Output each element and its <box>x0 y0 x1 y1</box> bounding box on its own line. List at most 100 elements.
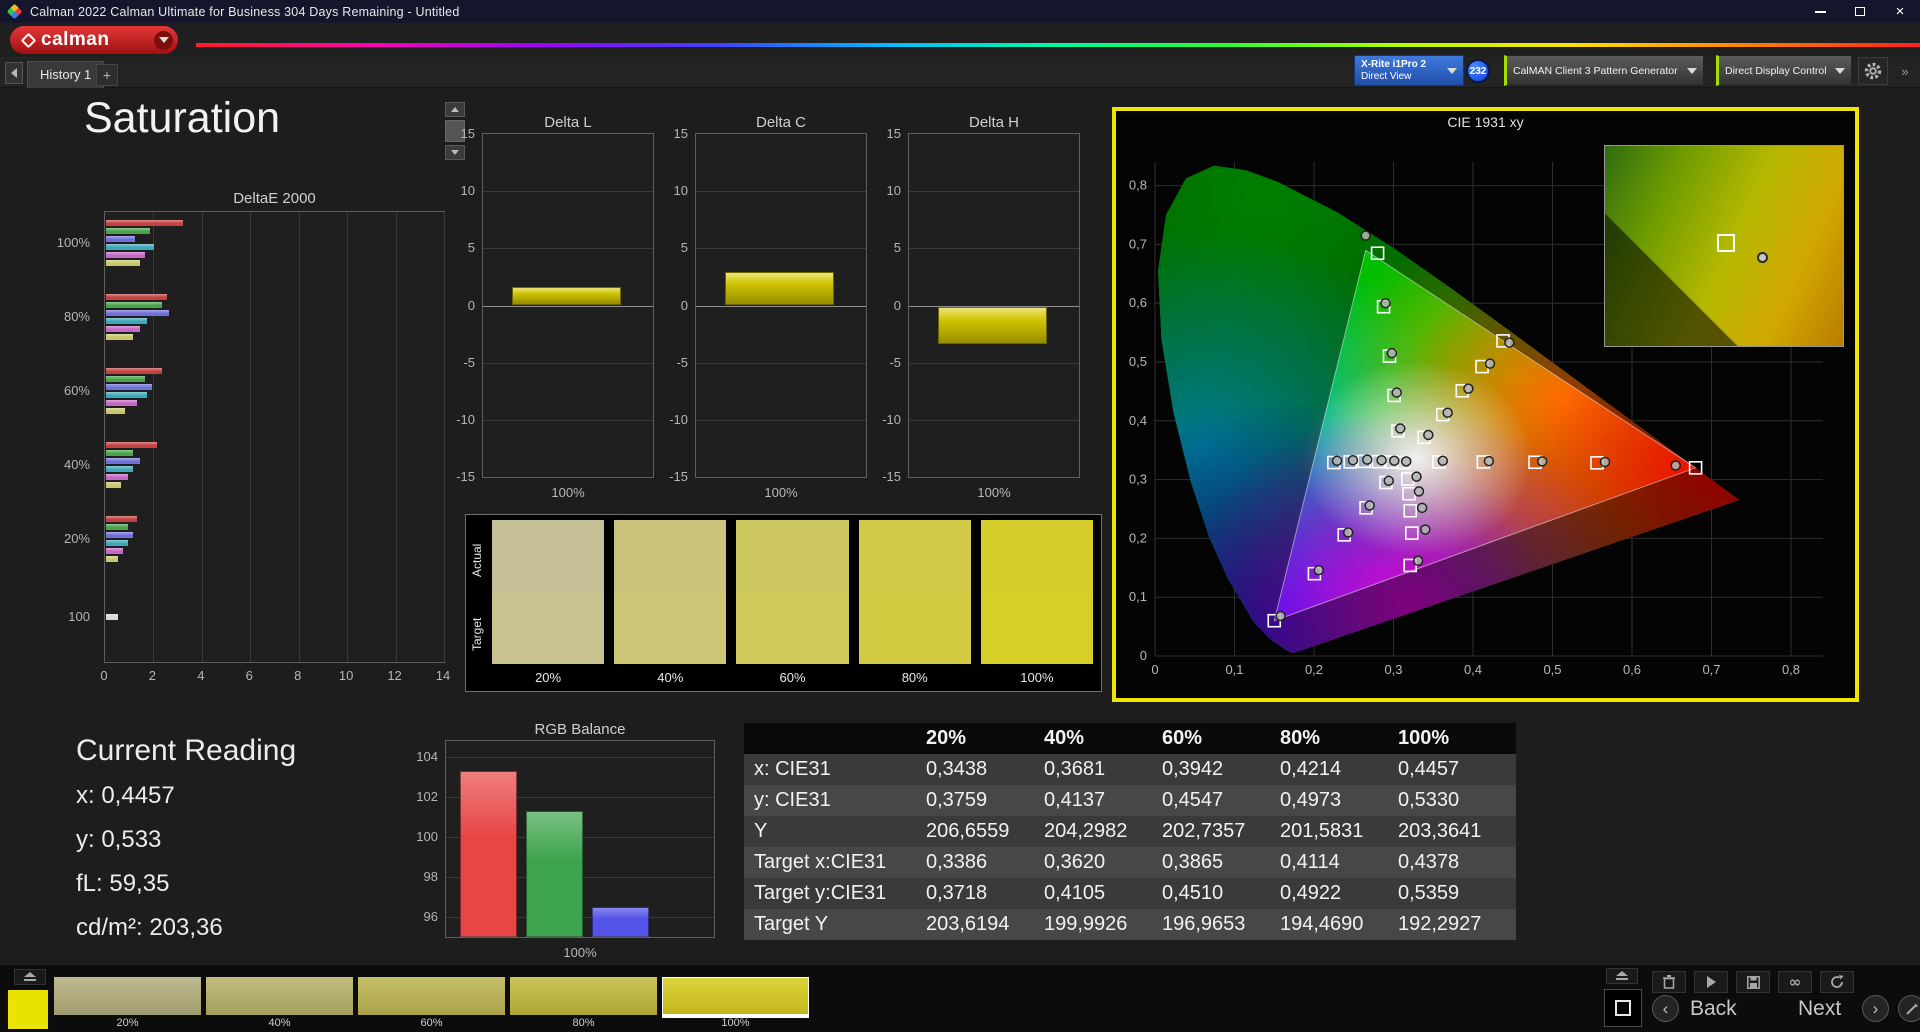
results-value-cell: 0,4105 <box>1044 882 1106 904</box>
results-value-cell: 0,3759 <box>926 789 988 811</box>
chevron-down-icon <box>1447 67 1457 74</box>
close-button[interactable]: × <box>1880 0 1920 23</box>
pattern-generator-dropdown[interactable]: CalMAN Client 3 Pattern Generator <box>1504 55 1704 86</box>
results-value-cell: 0,4137 <box>1044 789 1106 811</box>
deltae-bar <box>106 252 145 258</box>
delta-c-title: Delta C <box>755 114 807 131</box>
delta-gridline <box>909 248 1079 250</box>
minimize-button[interactable] <box>1800 0 1840 23</box>
results-value-cell: 0,5330 <box>1398 789 1460 811</box>
settings-gear-button[interactable] <box>1858 57 1888 85</box>
svg-text:0: 0 <box>1151 662 1158 677</box>
back-label[interactable]: Back <box>1690 997 1737 1021</box>
calman-logo-icon <box>20 32 37 48</box>
meter-dropdown[interactable]: X-Rite i1Pro 2 Direct View <box>1354 55 1464 86</box>
delta-y-tick: 15 <box>673 126 688 141</box>
patch-swatch-20%[interactable]: 20% <box>54 977 201 1029</box>
delta-y-tick: 5 <box>680 240 688 256</box>
results-row-label: y: CIE31 <box>754 789 831 811</box>
delta-y-tick: 10 <box>886 183 901 199</box>
next-label[interactable]: Next <box>1798 997 1841 1021</box>
add-tab-button[interactable]: + <box>96 64 118 86</box>
arrow-up-icon <box>451 107 459 112</box>
patch-swatch-60%[interactable]: 60% <box>358 977 505 1029</box>
refresh-button[interactable] <box>1820 971 1854 993</box>
deltae-y-label: 80% <box>63 309 90 324</box>
scroll-down-button[interactable] <box>445 145 465 160</box>
eject-left-button[interactable] <box>14 969 46 985</box>
results-value-cell: 0,3438 <box>926 758 988 780</box>
eject-right-button[interactable] <box>1606 968 1638 984</box>
patch-swatch-80%[interactable]: 80% <box>510 977 657 1029</box>
deltae-bar <box>106 228 150 234</box>
svg-text:0,4: 0,4 <box>1464 662 1482 677</box>
deltae-bar <box>106 334 133 340</box>
deltae-bar <box>106 524 128 530</box>
page-title: Saturation <box>84 94 281 142</box>
cie-chart-title: CIE 1931 xy <box>1447 114 1524 130</box>
results-table-row: x: CIE31 0,3438 0,3681 0,3942 0,4214 0,4457 <box>744 754 1516 785</box>
delta-c-xlabel: 100% <box>764 485 798 500</box>
arrow-down-icon <box>451 150 459 155</box>
app-icon <box>6 3 23 20</box>
results-table-row: Target y:CIE31 0,3718 0,4105 0,4510 0,4922 0,… <box>744 878 1516 909</box>
svg-text:0,1: 0,1 <box>1129 589 1147 604</box>
delta-y-tick: 10 <box>673 183 688 199</box>
delta-gridline <box>909 362 1079 364</box>
deltae-bar <box>106 466 133 472</box>
corner-tool-button[interactable] <box>1898 995 1920 1022</box>
next-button[interactable]: › <box>1862 995 1889 1022</box>
maximize-button[interactable] <box>1840 0 1880 23</box>
delta-y-tick: -5 <box>463 354 475 370</box>
delta-y-tick: -5 <box>889 354 901 370</box>
svg-text:0,6: 0,6 <box>1129 295 1147 310</box>
delta-y-tick: -15 <box>882 469 901 484</box>
loop-readings-button[interactable]: ∞ <box>1778 971 1812 993</box>
delta-y-tick: 0 <box>467 297 475 313</box>
pattern-window-button[interactable] <box>1604 989 1642 1027</box>
rgb-y-tick: 98 <box>423 869 438 884</box>
save-button[interactable] <box>1736 971 1770 993</box>
delta-gridline <box>483 362 653 364</box>
svg-text:0,6: 0,6 <box>1623 662 1641 677</box>
back-button[interactable]: ‹ <box>1652 995 1679 1022</box>
deltae-gridline <box>298 212 300 662</box>
results-value-cell: 0,3865 <box>1162 851 1224 873</box>
patch-swatch-40%[interactable]: 40% <box>206 977 353 1029</box>
delta-y-tick: -5 <box>676 354 688 370</box>
rgb-bar-blue <box>592 907 649 937</box>
results-value-cell: 0,4457 <box>1398 758 1460 780</box>
patch-swatch-100%[interactable]: 100% <box>662 977 809 1029</box>
floppy-save-icon <box>1746 975 1760 989</box>
delta-y-tick: 15 <box>460 126 475 141</box>
results-value-cell: 0,4973 <box>1280 789 1342 811</box>
window-title: Calman 2022 Calman Ultimate for Business… <box>30 4 460 19</box>
play-icon <box>1706 976 1716 988</box>
delta-gridline <box>696 362 866 364</box>
results-value-cell: 0,5359 <box>1398 882 1460 904</box>
swatch-label: 100% <box>1020 670 1054 685</box>
results-value-cell: 202,7357 <box>1162 820 1246 842</box>
rainbow-divider <box>196 43 1920 47</box>
current-reading: Current Reading x: 0,4457 y: 0,533 fL: 5… <box>76 734 296 958</box>
read-continuous-button[interactable] <box>1694 971 1728 993</box>
results-value-cell: 203,3641 <box>1398 820 1482 842</box>
deltae-y-label: 100% <box>56 235 90 250</box>
cie-1931-panel: CIE 1931 xy 0 0 0,1 0,1 0,2 0,2 0,3 0,3 0,4 0,4 0,… <box>1112 107 1859 702</box>
scroll-up-button[interactable] <box>445 102 465 117</box>
meter-count-badge: 232 <box>1466 59 1490 83</box>
delta-y-tick: -10 <box>456 411 475 427</box>
current-reading-title: Current Reading <box>76 734 297 767</box>
delta-h-title: Delta H <box>968 114 1020 131</box>
calman-menu-button[interactable]: calman <box>10 26 178 54</box>
tab-history-1[interactable]: History 1 <box>27 61 105 88</box>
display-control-label: Direct Display Control <box>1725 64 1827 77</box>
clear-readings-button[interactable] <box>1652 971 1686 993</box>
display-control-dropdown[interactable]: Direct Display Control <box>1716 55 1852 86</box>
delta-value-bar <box>511 287 621 306</box>
collapse-panel-button[interactable] <box>5 62 23 84</box>
delta-gridline <box>696 419 866 421</box>
results-value-cell: 204,2982 <box>1044 820 1128 842</box>
overflow-chevron-button[interactable]: » <box>1894 60 1916 82</box>
actual-row-label: Actual <box>470 543 484 577</box>
